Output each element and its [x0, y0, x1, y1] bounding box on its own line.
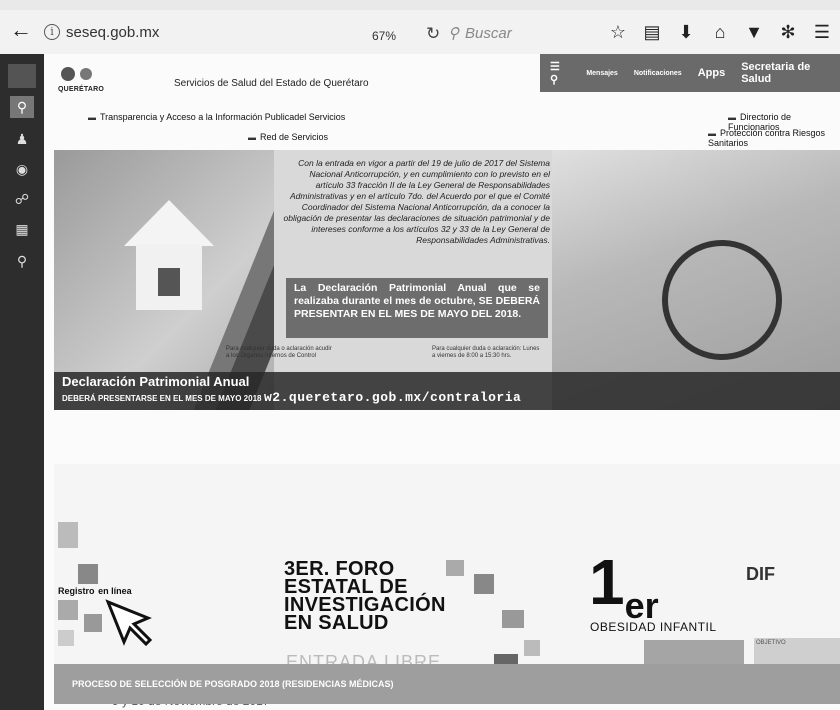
pocket-icon[interactable]: ▼ — [744, 22, 764, 43]
browser-toolbar: ← i seseq.gob.mx 67% ↻ ⚲ Buscar ☆ ▤ ⬇ ⌂ … — [0, 10, 840, 54]
hero-caption-title: Declaración Patrimonial Anual — [62, 374, 250, 389]
search-icon[interactable]: ⚲ — [10, 96, 34, 118]
glasses-image — [645, 223, 799, 377]
magnifier-icon[interactable]: ⚲ — [10, 250, 34, 272]
mail-nav[interactable]: Mensajes — [586, 70, 618, 77]
notifications-nav[interactable]: Notificaciones — [634, 70, 682, 77]
link-transparencia[interactable]: Transparencia y Acceso a la Información … — [88, 112, 345, 122]
registro-en-linea[interactable]: Registro en línea — [58, 582, 132, 597]
registro-sub[interactable]: en línea — [98, 586, 132, 596]
sidebar: ⚲ ♟ ◉ ☍ ▦ ⚲ — [0, 54, 44, 710]
extension-icon[interactable]: ✻ — [778, 22, 798, 43]
download-icon[interactable]: ⬇ — [676, 22, 696, 43]
home-icon[interactable]: ⌂ — [710, 22, 730, 43]
menu-search-icon[interactable]: ☰ ⚲ — [550, 60, 570, 86]
link-red-servicios[interactable]: Red de Servicios — [248, 132, 328, 142]
url-text[interactable]: seseq.gob.mx — [66, 24, 159, 41]
toolbar-icons: ☆ ▤ ⬇ ⌂ ▼ ✻ ☰ — [608, 22, 832, 43]
reading-list-icon[interactable]: ▤ — [642, 22, 662, 43]
search-box[interactable]: ⚲ Buscar — [448, 20, 598, 46]
search-icon: ⚲ — [448, 25, 459, 42]
cursor-arrow-icon — [105, 599, 153, 647]
logo-text: QUERÉTARO — [58, 86, 105, 93]
foro-title-line: EN SALUD — [284, 612, 389, 634]
registro-label[interactable]: Registro — [58, 586, 95, 596]
hero-banner[interactable]: Con la entrada en vigor a partir del 19 … — [54, 150, 840, 410]
hero-info-1: Para cualquier duda o aclaración acudir … — [226, 346, 332, 359]
foro-title: 3ER. FORO ESTATAL DE INVESTIGACIÓN EN SA… — [284, 559, 446, 634]
dif-logo: DIF — [746, 564, 775, 584]
footer-banner[interactable]: PROCESO DE SELECCIÓN DE POSGRADO 2018 (R… — [54, 664, 840, 704]
back-arrow-icon[interactable]: ← — [8, 18, 34, 44]
browser-window: ← i seseq.gob.mx 67% ↻ ⚲ Buscar ☆ ▤ ⬇ ⌂ … — [0, 0, 840, 710]
hero-right-image — [552, 150, 840, 410]
hero-text: Con la entrada en vigor a partir del 19 … — [283, 158, 551, 245]
foro-banner[interactable]: Registro en línea 3ER. FORO ESTATAL DE I… — [54, 464, 840, 708]
web-page: ☰ ⚲ Mensajes Notificaciones Apps Secreta… — [44, 54, 840, 710]
hero-caption-url[interactable]: w2.queretaro.gob.mx/contraloria — [264, 390, 521, 405]
top-nav-bar: ☰ ⚲ Mensajes Notificaciones Apps Secreta… — [540, 54, 840, 92]
queretaro-logo[interactable]: QUERÉTARO — [58, 64, 104, 98]
globe-icon[interactable]: ◉ — [10, 158, 34, 180]
link-proteccion[interactable]: Protección contra Riesgos Sanitarios — [708, 128, 840, 148]
uno-num: 1 — [589, 546, 625, 618]
sidebar-logo[interactable] — [8, 64, 36, 88]
zoom-level[interactable]: 67% — [372, 29, 396, 43]
apps-nav[interactable]: Apps — [698, 67, 726, 79]
reload-icon[interactable]: ↻ — [426, 24, 440, 44]
menu-icon[interactable]: ☰ — [812, 22, 832, 43]
hero-caption-sub: DEBERÁ PRESENTARSE EN EL MES DE MAYO 201… — [62, 394, 262, 403]
link-icon[interactable]: ☍ — [10, 188, 34, 210]
search-placeholder[interactable]: Buscar — [465, 25, 512, 42]
site-title[interactable]: Servicios de Salud del Estado de Queréta… — [174, 78, 369, 89]
bookmark-star-icon[interactable]: ☆ — [608, 22, 628, 43]
info-icon[interactable]: i — [44, 24, 60, 40]
obesidad-infantil: OBESIDAD INFANTIL — [590, 620, 717, 634]
hero-info-2: Para cualquier duda o aclaración: Lunes … — [432, 346, 540, 359]
grid-icon[interactable]: ▦ — [10, 218, 34, 240]
user-icon[interactable]: ♟ — [10, 128, 34, 150]
secretaria-nav[interactable]: Secretaria de Salud — [741, 61, 840, 85]
hero-highlight: La Declaración Patrimonial Anual que se … — [286, 278, 548, 338]
address-bar[interactable]: i seseq.gob.mx — [44, 19, 344, 45]
house-icon — [124, 200, 214, 310]
